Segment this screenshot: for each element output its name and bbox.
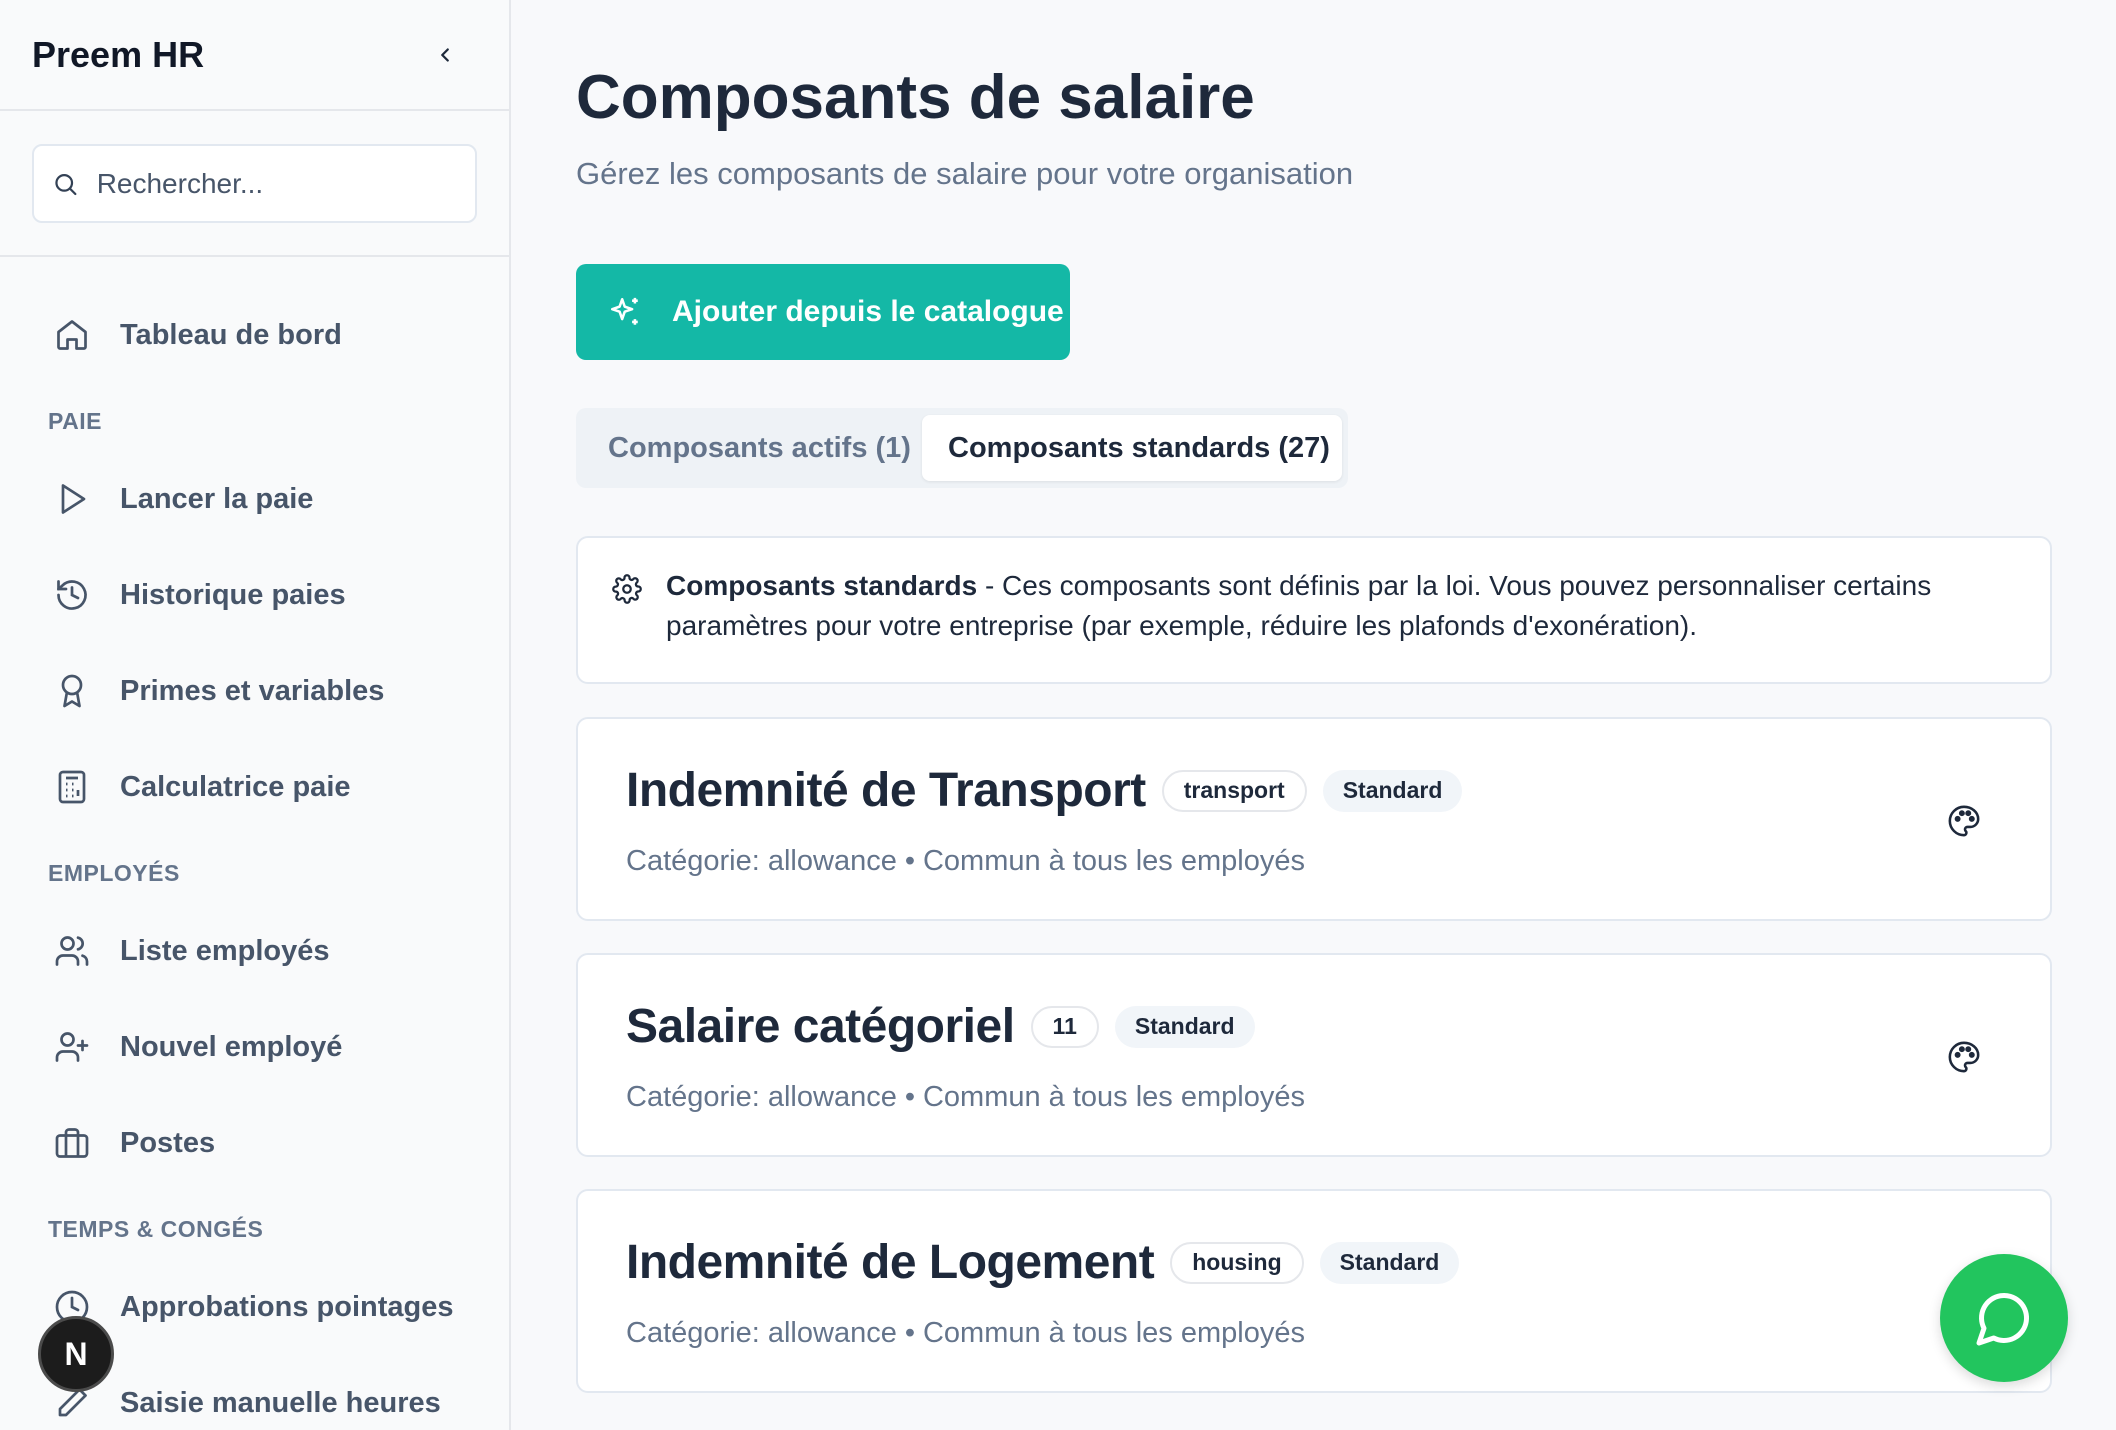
customize-button[interactable] xyxy=(1946,1039,1982,1075)
card-meta: Catégorie: allowance • Commun à tous les e… xyxy=(626,1081,1305,1114)
card-scope: Commun à tous les employés xyxy=(922,845,1305,877)
sidebar-item-label: Primes et variables xyxy=(120,674,385,707)
calculator-icon xyxy=(58,770,86,804)
add-from-catalog-label: Ajouter depuis le catalogue xyxy=(672,295,1064,328)
component-tabs: Composants actifs (1) Composants standar… xyxy=(576,408,1348,488)
sidebar-item-label: Calculatrice paie xyxy=(120,770,351,803)
card-category: Catégorie: allowance xyxy=(626,1317,897,1349)
meta-separator: • xyxy=(904,1317,915,1349)
code-badge: housing xyxy=(1170,1241,1304,1284)
standard-badge: Standard xyxy=(1319,1241,1460,1284)
search-box xyxy=(32,144,477,223)
code-badge: 11 xyxy=(1030,1005,1099,1048)
sidebar-item-liste-employes[interactable]: Liste employés xyxy=(0,903,509,999)
award-icon xyxy=(61,674,83,708)
search-icon xyxy=(55,173,77,195)
chat-button[interactable] xyxy=(1940,1254,2068,1382)
sidebar-item-label: Postes xyxy=(120,1126,216,1159)
sparkles-icon xyxy=(610,297,638,325)
customize-button[interactable] xyxy=(1946,803,1982,839)
sidebar-item-label: Historique paies xyxy=(120,578,346,611)
sidebar-item-label: Saisie manuelle heures xyxy=(120,1386,441,1419)
chat-bubble-icon xyxy=(1976,1292,2030,1346)
card-title: Indemnité de Transport xyxy=(626,764,1146,817)
card-category: Catégorie: allowance xyxy=(626,1081,897,1113)
sidebar-item-lancer-la-paie[interactable]: Lancer la paie xyxy=(0,451,509,547)
standard-badge: Standard xyxy=(1322,769,1463,812)
page-subtitle: Gérez les composants de salaire pour vot… xyxy=(576,156,1354,191)
brand-name: Preem HR xyxy=(32,33,205,75)
sidebar-item-label: Tableau de bord xyxy=(120,318,342,351)
sidebar-item-tableau-de-bord[interactable]: Tableau de bord xyxy=(0,287,509,383)
briefcase-icon xyxy=(55,1128,89,1158)
sidebar-item-label: Approbations pointages xyxy=(120,1290,454,1323)
component-card[interactable]: Salaire catégoriel 11 Standard Catégorie… xyxy=(576,953,2052,1157)
card-scope: Commun à tous les employés xyxy=(922,1317,1305,1349)
user-plus-icon xyxy=(55,1032,89,1062)
meta-separator: • xyxy=(904,1081,915,1113)
card-scope: Commun à tous les employés xyxy=(922,1081,1305,1113)
gear-icon xyxy=(612,574,642,604)
card-title-row: Indemnité de Logement housing Standard xyxy=(626,1235,1460,1290)
page-title: Composants de salaire xyxy=(576,63,1255,132)
info-title: Composants standards xyxy=(666,570,978,601)
sidebar-item-postes[interactable]: Postes xyxy=(0,1095,509,1191)
card-category: Catégorie: allowance xyxy=(626,845,897,877)
info-box: Composants standards - Ces composants so… xyxy=(576,536,2052,684)
sidebar-item-historique-paies[interactable]: Historique paies xyxy=(0,547,509,643)
chevron-left-icon xyxy=(441,47,449,62)
card-title-row: Salaire catégoriel 11 Standard xyxy=(626,999,1255,1054)
nav-section-employes: EMPLOYÉS xyxy=(48,860,180,886)
card-meta: Catégorie: allowance • Commun à tous les e… xyxy=(626,845,1305,878)
card-title: Indemnité de Logement xyxy=(626,1236,1155,1289)
palette-icon xyxy=(1948,1041,1980,1073)
home-icon xyxy=(57,320,87,350)
nextjs-dev-badge[interactable]: N xyxy=(38,1316,114,1392)
search-section xyxy=(0,111,509,257)
sidebar-item-label: Nouvel employé xyxy=(120,1030,343,1063)
sidebar-header: Preem HR xyxy=(0,0,509,111)
search-input[interactable] xyxy=(96,167,457,200)
card-title: Salaire catégoriel xyxy=(626,1000,1015,1053)
code-badge: transport xyxy=(1161,769,1307,812)
card-title-row: Indemnité de Transport transport Standar… xyxy=(626,763,1463,818)
sidebar-nav: Tableau de bord PAIE Lancer la paie Hist… xyxy=(0,257,509,1430)
nav-section-temps-conges: TEMPS & CONGÉS xyxy=(48,1216,264,1242)
collapse-sidebar-button[interactable] xyxy=(429,39,461,71)
add-from-catalog-button[interactable]: Ajouter depuis le catalogue xyxy=(576,264,1070,360)
sidebar-item-calculatrice-paie[interactable]: Calculatrice paie xyxy=(0,739,509,835)
tab-composants-standards[interactable]: Composants standards (27) xyxy=(922,415,1342,481)
tab-composants-actifs[interactable]: Composants actifs (1) xyxy=(582,415,922,481)
card-meta: Catégorie: allowance • Commun à tous les e… xyxy=(626,1317,1305,1350)
palette-icon xyxy=(1948,805,1980,837)
play-icon xyxy=(61,484,86,514)
sidebar-item-nouvel-employe[interactable]: Nouvel employé xyxy=(0,999,509,1095)
sidebar-item-primes-et-variables[interactable]: Primes et variables xyxy=(0,643,509,739)
component-card[interactable]: Indemnité de Logement housing Standard C… xyxy=(576,1189,2052,1393)
users-icon xyxy=(55,936,89,966)
nav-section-paie: PAIE xyxy=(48,408,102,434)
component-card[interactable]: Indemnité de Transport transport Standar… xyxy=(576,717,2052,921)
meta-separator: • xyxy=(904,845,915,877)
sidebar-item-label: Liste employés xyxy=(120,934,330,967)
sidebar-item-label: Lancer la paie xyxy=(120,482,314,515)
history-icon xyxy=(57,580,87,610)
sidebar: Preem HR Tableau de bord PAIE Lancer la … xyxy=(0,0,511,1430)
standard-badge: Standard xyxy=(1114,1005,1255,1048)
